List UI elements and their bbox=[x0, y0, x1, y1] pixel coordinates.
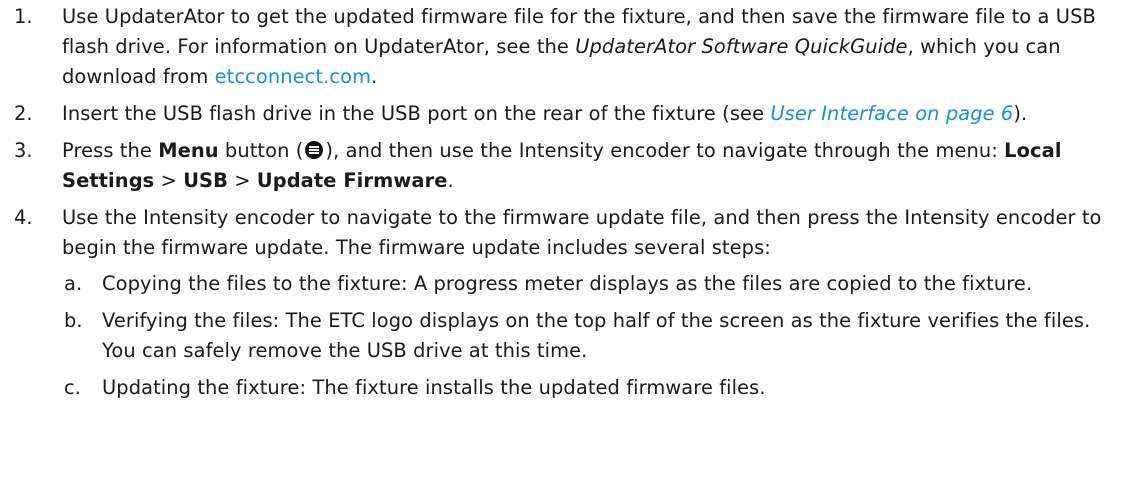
substep-letter: c. bbox=[64, 376, 82, 399]
step-text: ). bbox=[1013, 102, 1028, 125]
menu-path-usb: USB bbox=[183, 169, 228, 192]
step-text: ), and then use the Intensity encoder to… bbox=[325, 139, 1005, 162]
substep-letter: b. bbox=[64, 309, 83, 332]
substep-a: a. Copying the files to the fixture: A p… bbox=[62, 269, 1124, 299]
user-interface-xref-link[interactable]: User Interface on page 6 bbox=[770, 102, 1013, 125]
step-number: 3. bbox=[14, 139, 33, 162]
step-1: 1. Use UpdaterAtor to get the updated fi… bbox=[0, 2, 1124, 92]
substep-text: Copying the files to the fixture: A prog… bbox=[102, 272, 1033, 295]
document-page: 1. Use UpdaterAtor to get the updated fi… bbox=[0, 0, 1127, 499]
step-text: Insert the USB flash drive in the USB po… bbox=[62, 102, 771, 125]
menu-icon bbox=[305, 141, 324, 159]
substep-text: Verifying the files: The ETC logo displa… bbox=[102, 309, 1091, 362]
step-number: 1. bbox=[14, 5, 33, 28]
step-4: 4. Use the Intensity encoder to navigate… bbox=[0, 203, 1124, 403]
etcconnect-link[interactable]: etcconnect.com bbox=[215, 65, 371, 88]
substep-letter: a. bbox=[64, 272, 83, 295]
menu-path-separator: > bbox=[228, 169, 257, 192]
substep-text: Updating the fixture: The fixture instal… bbox=[102, 376, 766, 399]
step-2: 2. Insert the USB flash drive in the USB… bbox=[0, 99, 1124, 129]
step-number: 2. bbox=[14, 102, 33, 125]
substep-b: b. Verifying the files: The ETC logo dis… bbox=[62, 306, 1124, 366]
procedure-list: 1. Use UpdaterAtor to get the updated fi… bbox=[0, 2, 1124, 410]
step-text: Use the Intensity encoder to navigate to… bbox=[62, 206, 1102, 259]
guide-title: UpdaterAtor Software QuickGuide bbox=[575, 35, 908, 58]
step-text: . bbox=[371, 65, 378, 88]
step-text: . bbox=[447, 169, 454, 192]
substep-c: c. Updating the fixture: The fixture ins… bbox=[62, 373, 1124, 403]
step-number: 4. bbox=[14, 206, 33, 229]
menu-button-label: Menu bbox=[158, 139, 219, 162]
step-3: 3. Press the Menu button ( ), and then us… bbox=[0, 136, 1124, 196]
step-text: Press the bbox=[62, 139, 159, 162]
menu-path-update-firmware: Update Firmware bbox=[256, 169, 448, 192]
menu-path-separator: > bbox=[154, 169, 184, 192]
step-text: button ( bbox=[218, 139, 304, 162]
substep-list: a. Copying the files to the fixture: A p… bbox=[62, 269, 1124, 403]
